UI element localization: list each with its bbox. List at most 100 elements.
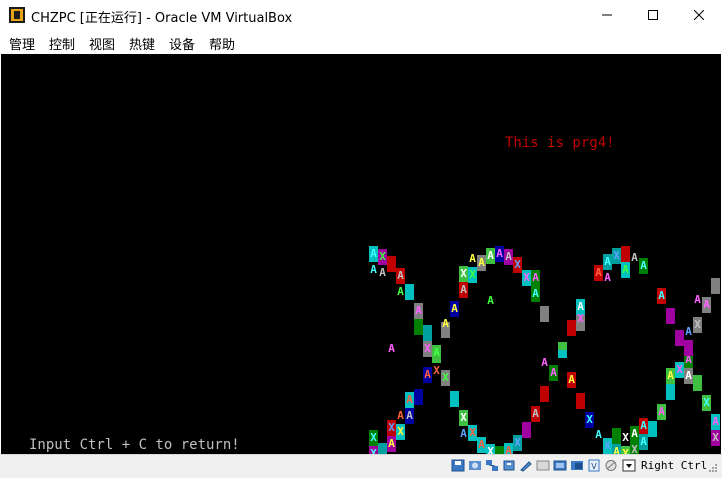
minimize-button[interactable] (584, 0, 630, 30)
pattern-cell: X (622, 431, 629, 444)
pattern-cell: A (477, 255, 486, 271)
video-capture-icon[interactable] (553, 459, 567, 472)
cpu-icon[interactable]: V (587, 459, 601, 472)
pattern-cell: A (531, 270, 540, 286)
menu-help[interactable]: 帮助 (209, 34, 235, 53)
pattern-cell: A (369, 246, 378, 262)
pattern-cell: A (702, 297, 711, 313)
pattern-cell: A (621, 262, 630, 278)
pattern-cell: A (486, 248, 495, 264)
pattern-cell: A (495, 246, 504, 262)
close-icon (694, 10, 704, 20)
pattern-cell: X (621, 446, 630, 454)
program-message: This is prg4! (505, 135, 615, 151)
pattern-cell: A (469, 252, 476, 265)
pattern-cell: X (369, 446, 378, 454)
pattern-cell: A (531, 286, 540, 302)
pattern-cell: X (630, 442, 639, 454)
menu-hotkeys[interactable]: 热键 (129, 34, 155, 53)
pattern-cell: A (639, 258, 648, 274)
pattern-cell: X (711, 430, 720, 446)
pattern-cell: X (378, 249, 387, 265)
display-icon[interactable] (536, 459, 550, 472)
pattern-cell: A (477, 437, 486, 453)
pattern-cell: A (450, 301, 459, 317)
pattern-cell (531, 422, 540, 438)
pattern-cell: A (594, 427, 603, 443)
pattern-cell (531, 337, 540, 353)
pattern-cell (558, 309, 567, 325)
pattern-cell (684, 340, 693, 356)
pattern-cell: X (585, 412, 594, 428)
pattern-cell: A (405, 408, 414, 424)
pattern-cell: X (459, 410, 468, 426)
pattern-cell (684, 361, 693, 377)
pattern-cell: A (379, 266, 386, 279)
pattern-cell: X (603, 438, 612, 454)
optical-drive-icon[interactable] (468, 459, 482, 472)
pattern-cell (666, 308, 675, 324)
pattern-cell: A (459, 282, 468, 298)
title-bar[interactable]: CHZPC [正在运行] - Oracle VM VirtualBox (0, 0, 722, 30)
pattern-cell (585, 280, 594, 296)
network-icon[interactable] (485, 459, 499, 472)
pattern-cell: A (549, 365, 558, 381)
close-button[interactable] (676, 0, 722, 30)
pattern-cell: A (657, 288, 666, 304)
menu-control[interactable]: 控制 (49, 34, 75, 53)
pattern-cell: A (388, 342, 395, 355)
menu-bar: 管理 控制 视图 热键 设备 帮助 (0, 30, 722, 54)
host-key-label[interactable]: Right Ctrl (641, 459, 707, 472)
maximize-icon (648, 10, 658, 20)
pattern-cell: A (685, 325, 692, 338)
pattern-cell: A (657, 404, 666, 420)
pattern-cell (522, 254, 531, 270)
pattern-cell: X (396, 424, 405, 440)
pattern-cell: X (369, 430, 378, 446)
svg-text:V: V (591, 462, 597, 471)
pattern-cell: A (387, 436, 396, 452)
menu-manage[interactable]: 管理 (9, 34, 35, 53)
menu-devices[interactable]: 设备 (169, 34, 195, 53)
pattern-cell (522, 422, 531, 438)
maximize-button[interactable] (630, 0, 676, 30)
pattern-cell (387, 256, 396, 272)
pattern-cell: X (459, 266, 468, 282)
pattern-cell: X (468, 267, 477, 283)
pattern-cell (567, 320, 576, 336)
shared-folders-icon[interactable] (519, 459, 533, 472)
usb-icon[interactable] (502, 459, 516, 472)
pattern-cell: X (387, 420, 396, 436)
pattern-cell: X (423, 341, 432, 357)
pattern-cell: A (460, 427, 467, 440)
pattern-cell: A (604, 271, 611, 284)
pattern-cell: A (694, 293, 701, 306)
pattern-cell: A (423, 367, 432, 383)
pattern-cell (495, 446, 504, 454)
pattern-cell: A (541, 356, 548, 369)
audio-icon[interactable] (570, 459, 584, 472)
pattern-cell: X (513, 435, 522, 451)
vm-display[interactable]: This is prg4! AXAXXAAXAAXAAAAAAXAXXAAXAA… (1, 54, 721, 454)
resize-grip-icon[interactable] (708, 463, 718, 473)
pattern-cell: X (433, 364, 440, 377)
pattern-cell: A (612, 444, 621, 454)
hard-disk-icon[interactable] (451, 459, 465, 472)
minimize-icon (602, 14, 612, 16)
pattern-cell: X (441, 370, 450, 386)
pattern-cell: X (693, 317, 702, 333)
pattern-cell (558, 358, 567, 374)
pattern-cell: A (504, 443, 513, 454)
pattern-cell: X (702, 395, 711, 411)
keyboard-icon[interactable] (622, 459, 636, 472)
pattern-cell (423, 325, 432, 341)
status-bar: V Right Ctrl (0, 454, 722, 478)
pattern-cell (711, 278, 720, 294)
pattern-cell (675, 330, 684, 346)
pattern-cell: A (396, 268, 405, 284)
menu-view[interactable]: 视图 (89, 34, 115, 53)
pattern-cell: A (531, 406, 540, 422)
mouse-integration-icon[interactable] (604, 459, 618, 472)
pattern-cell: X (468, 425, 477, 441)
window-title: CHZPC [正在运行] - Oracle VM VirtualBox (31, 11, 293, 26)
